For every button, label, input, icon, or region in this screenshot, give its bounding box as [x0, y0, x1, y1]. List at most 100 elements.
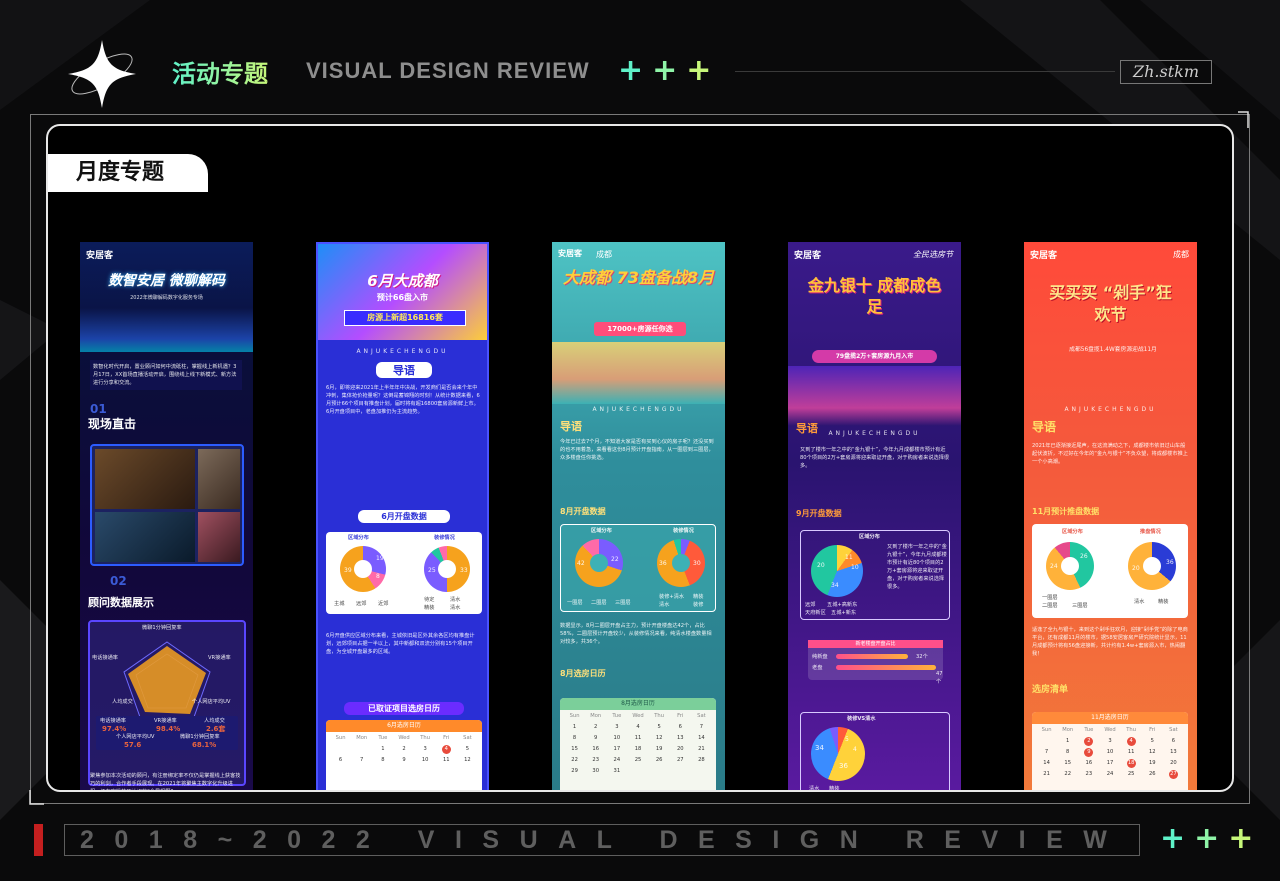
plus-icon: +: [686, 53, 712, 88]
pie-value: 34: [815, 744, 824, 752]
pie-value: 39: [344, 567, 352, 574]
chart-title: 8月开盘数据: [560, 507, 606, 516]
section-title: 现场直击: [88, 417, 137, 431]
calendar-grid: Sun Mon Tue Wed Thu Fri Sat 12345 6 7 8 9 10 11 12: [335, 735, 472, 763]
page-title-cn: 活动专题: [172, 54, 268, 89]
legend-item: 二圈层: [591, 600, 607, 606]
stat-value: 68.1%: [192, 741, 217, 749]
pie-title: 区域分布: [591, 528, 612, 534]
bar-value: 32个: [916, 654, 928, 660]
phone-logo: 安居客: [794, 251, 822, 261]
bar-value: 47个: [936, 671, 943, 686]
signature-logo: Zh.stkm: [1120, 60, 1212, 84]
plus-icon: +: [1160, 821, 1186, 856]
section-tab[interactable]: 月度专题: [48, 154, 208, 192]
content-panel: 月度专题 安居客 数智安居 微聊解码 2022年微聊解码数字化服务专场 数智化时…: [46, 124, 1234, 792]
phone-hero-title: 买买买 “剁手”狂欢节: [1049, 283, 1172, 324]
phone-hero-title: 大成都 73盘备战8月: [563, 268, 714, 287]
paragraph-2: 数据显示，8月二圈层开盘占主力，预计开盘楼盘达42个，占比58%，二圈层预计开盘…: [560, 623, 712, 646]
calendar-title: 11月选房日历: [1032, 712, 1188, 724]
legend-item: 远郊: [805, 602, 816, 608]
section2-title: 已取证项目选房日历: [344, 702, 464, 715]
pie-value: 26: [1080, 553, 1088, 560]
stat-value: 98.4%: [156, 725, 181, 733]
legend-item: 主城: [334, 601, 345, 607]
guide-text: 又到了楼市一年之中的“金九银十”，今年九月成都楼市预计有近80个项目的2万+套房…: [800, 447, 950, 470]
calendar: 11月选房日历 Sun Mon Tue Wed Thu Fri Sat 123456 789…: [1032, 712, 1188, 790]
legend-item: 天府新区: [805, 610, 826, 616]
bar-card: 新老楼盘开盘占比 纯新盘 32个 老盘 47个: [808, 640, 943, 685]
radar-label: 人均成交: [112, 699, 133, 705]
guide-text: 2021年已逐渐接近尾声，在这流满动之下，成都楼市依旧过山车般起伏波折，不过好在…: [1032, 443, 1188, 466]
star-logo-icon: [68, 40, 136, 108]
calendar-title: 6月选房日历: [326, 720, 482, 732]
section-title: 顾问数据展示: [88, 596, 154, 609]
chart-card: 区域分布 装修情况 42 22 36 30 一圈层 二圈层 三圈层 装修+清水 …: [560, 524, 716, 612]
legend-item: 清水: [659, 602, 670, 608]
footer-red-accent: [34, 824, 43, 856]
pie-value: 8: [376, 573, 380, 580]
pie-value: 11: [845, 554, 853, 561]
phone-logo: 安居客: [1030, 251, 1058, 261]
calendar: 8月选房日历 Sun Mon Tue Wed Thu Fri Sat 1234567 891…: [560, 698, 716, 790]
pie-value: 5: [845, 736, 849, 743]
guide-title: 导语: [560, 420, 582, 433]
phone-badge: 全民选房节: [913, 250, 953, 259]
plus-icon: +: [652, 53, 678, 88]
page-title-en: VISUAL DESIGN REVIEW: [306, 58, 590, 83]
pie-value: 24: [1050, 563, 1058, 570]
phone-mockup-3[interactable]: 安居客 成都 大成都 73盘备战8月 17000+房源任你选 ANJUKECHE…: [552, 242, 725, 790]
legend-item: 一圈层: [1042, 595, 1058, 601]
plus-icon: +: [1228, 821, 1254, 856]
chart-card: 区域分布 推盘情况 26 24 36 20 一圈层 二圈层 三圈层 清水 精装: [1032, 524, 1188, 618]
phone-mockup-1[interactable]: 安居客 数智安居 微聊解码 2022年微聊解码数字化服务专场 数智化时代开启，置…: [80, 242, 253, 790]
pie-title: 装修情况: [434, 535, 455, 541]
bar-label: 老盘: [812, 665, 823, 671]
calendar-grid: Sun Mon Tue Wed Thu Fri Sat 1234567 8 9 10 11 12 13…: [569, 713, 706, 774]
legend-item: 精装: [1158, 599, 1169, 605]
section-num: 01: [90, 402, 107, 416]
legend-item: 五城+高新东: [827, 602, 858, 608]
legend-item: 清水: [809, 786, 820, 792]
section2-title: 选房清单: [1032, 685, 1069, 695]
calendar-grid: Sun Mon Tue Wed Thu Fri Sat 123456 7 8 9 10 11 12 13…: [1041, 727, 1178, 779]
hero-city-graphic: [80, 308, 253, 352]
pie-value: 10: [851, 564, 859, 571]
pie-value: 20: [1132, 565, 1140, 572]
pie-value: 36: [659, 560, 667, 567]
legend-item: 三圈层: [615, 600, 631, 606]
guide-title: 导语: [1032, 420, 1057, 434]
phone-logo: 安居客: [558, 249, 582, 258]
pie-title: 区域分布: [348, 535, 369, 541]
legend-item: 二圈层: [1042, 603, 1058, 609]
bar-fill: [836, 665, 936, 670]
phone-hero-sub: 79盘揽2万+套房源九月入市: [812, 350, 937, 363]
phone-intro: 数智化时代开启，置业顾问如何中流砥柱，掌握线上新机遇？3月17日，XX首场直播活…: [90, 360, 242, 391]
radar-label: 微聊1分钟回复率: [142, 625, 182, 631]
phone-hero-sub: 成都56盘揽1.4W套房源迎战11月: [1069, 347, 1157, 353]
phone-hero-sub: 17000+房源任你选: [594, 322, 686, 336]
pie-value: 30: [693, 560, 701, 567]
pie-title: 区域分布: [859, 534, 880, 540]
chart-title: 11月预计推盘数据: [1032, 507, 1100, 516]
phone-mockup-4[interactable]: 安居客 全民选房节 金九银十 成都成色足 79盘揽2万+套房源九月入市 ANJU…: [788, 242, 961, 792]
header-divider: [735, 71, 1115, 72]
radar-label: 电话接通率: [92, 655, 118, 661]
legend-item: 一圈层: [567, 600, 583, 606]
banner-line1: 6月大成都: [367, 272, 438, 290]
guide-text: 6月，即将迎来2021年上半年年中决战，开发商们是否会来个年中冲刺，集体抢价抢量…: [326, 385, 480, 416]
legend-item: 精装: [693, 594, 704, 600]
phone-city: 成都: [1173, 250, 1189, 259]
phone-mockup-2[interactable]: 6月大成都 预计66盘入市 房源上新超16816套 ANJUKECHENGDU …: [316, 242, 489, 790]
legend-item: 清水: [450, 597, 461, 603]
guide-title: 导语: [376, 362, 432, 378]
banner-line3: 房源上新超16816套: [344, 310, 466, 326]
brand-sub: ANJUKECHENGDU: [592, 406, 685, 413]
plus-icon: +: [618, 53, 644, 88]
footer-plus-marks: + + +: [1160, 824, 1253, 854]
section-num: 02: [110, 574, 127, 588]
pie-value: 36: [1166, 559, 1174, 566]
phone-mockup-5[interactable]: 安居客 成都 买买买 “剁手”狂欢节 成都56盘揽1.4W套房源迎战11月 AN…: [1024, 242, 1197, 790]
legend-item: 精装: [424, 605, 435, 611]
pie-value: 34: [831, 582, 839, 589]
